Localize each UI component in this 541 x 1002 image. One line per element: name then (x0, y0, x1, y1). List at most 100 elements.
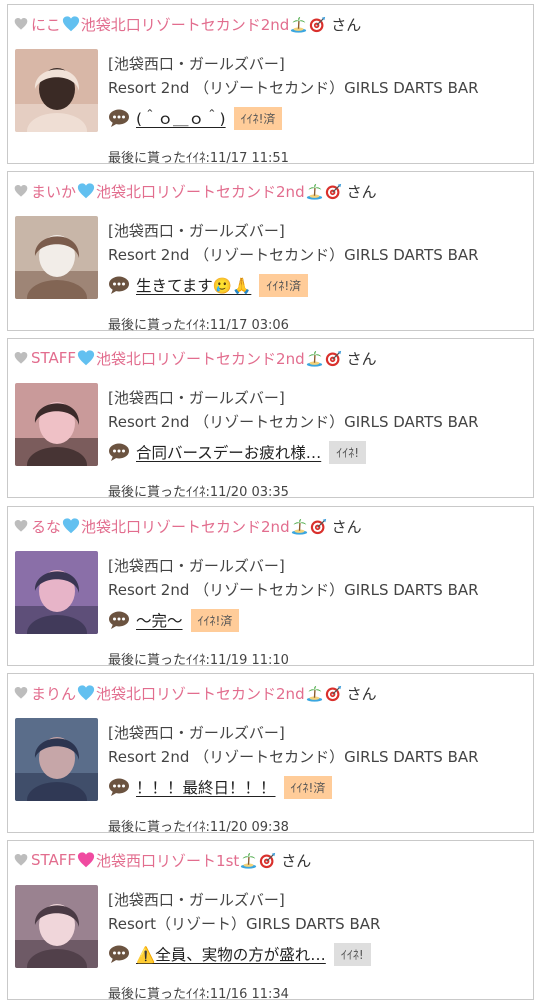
message-row: ⚠️全員、実物の方が盛れ… ｲｲﾈ! (108, 942, 371, 966)
message-row: ！！！最終日！！！ ｲｲﾈ!済 (108, 775, 333, 799)
gray-heart-icon[interactable] (14, 17, 28, 31)
honorific: さん (281, 851, 312, 870)
last-like-date: 最後に貰ったｲｲﾈ:11/17 11:51 (108, 151, 289, 166)
thumbnail[interactable] (15, 216, 98, 299)
message-row: 合同バースデーお疲れ様… ｲｲﾈ! (108, 440, 367, 464)
store-name[interactable]: 池袋西口リゾート1st (96, 850, 239, 871)
dart-icon (325, 350, 341, 366)
thumbnail[interactable] (15, 551, 98, 634)
gray-heart-icon[interactable] (14, 184, 28, 198)
message-link[interactable]: (＾ｏ＿ｏ＾) (136, 107, 226, 129)
like-button[interactable]: ｲｲﾈ! (329, 440, 367, 464)
dart-icon (260, 852, 276, 868)
cast-name[interactable]: STAFF (31, 349, 76, 367)
island-icon (306, 183, 322, 200)
shop-area: [池袋西口・ガールズバー] (108, 55, 285, 73)
post-header: まりん 池袋北口リゾートセカンド2nd さん (14, 682, 377, 704)
shop-name: Resort 2nd （リゾートセカンド）GIRLS DARTS BAR (108, 581, 479, 599)
speech-bubble-icon (109, 443, 129, 461)
post-card[interactable]: STAFF 池袋西口リゾート1st さん [池袋西口・ガールズバー] Resor… (7, 840, 534, 1002)
gray-heart-icon[interactable] (14, 519, 28, 533)
cast-name[interactable]: STAFF (31, 851, 76, 869)
shop-area: [池袋西口・ガールズバー] (108, 389, 285, 407)
message-link[interactable]: 〜完〜 (136, 609, 183, 631)
cast-name[interactable]: るな (31, 516, 61, 537)
like-button[interactable]: ｲｲﾈ!済 (233, 106, 283, 130)
heart-icon (77, 350, 95, 366)
speech-bubble-icon (109, 778, 129, 796)
dart-icon (310, 518, 326, 534)
honorific: さん (346, 182, 377, 201)
shop-name: Resort（リゾート）GIRLS DARTS BAR (108, 915, 381, 933)
last-like-date: 最後に貰ったｲｲﾈ:11/20 09:38 (108, 820, 289, 835)
message-row: (＾ｏ＿ｏ＾) ｲｲﾈ!済 (108, 106, 283, 130)
thumbnail[interactable] (15, 885, 98, 968)
cast-name[interactable]: まいか (31, 181, 76, 202)
cast-name[interactable]: まりん (31, 683, 76, 704)
heart-icon (77, 183, 95, 199)
like-button[interactable]: ｲｲﾈ!済 (283, 775, 333, 799)
speech-bubble-icon (109, 109, 129, 127)
shop-name: Resort 2nd （リゾートセカンド）GIRLS DARTS BAR (108, 413, 479, 431)
heart-icon (62, 16, 79, 32)
shop-area: [池袋西口・ガールズバー] (108, 222, 285, 240)
like-button[interactable]: ｲｲﾈ!済 (259, 273, 309, 297)
shop-name: Resort 2nd （リゾートセカンド）GIRLS DARTS BAR (108, 79, 479, 97)
thumbnail[interactable] (15, 383, 98, 466)
island-icon (241, 852, 257, 869)
last-like-date: 最後に貰ったｲｲﾈ:11/20 03:35 (108, 485, 289, 500)
message-link[interactable]: ！！！最終日！！！ (136, 776, 276, 798)
cast-name[interactable]: にこ (31, 14, 61, 35)
dart-icon (325, 183, 341, 199)
island-icon (306, 685, 322, 702)
store-name[interactable]: 池袋北口リゾートセカンド2nd (96, 683, 305, 704)
speech-bubble-icon (109, 276, 129, 294)
heart-icon (77, 852, 95, 868)
speech-bubble-icon (109, 611, 129, 629)
island-icon (306, 350, 322, 367)
honorific: さん (346, 684, 377, 703)
last-like-date: 最後に貰ったｲｲﾈ:11/19 11:10 (108, 653, 289, 668)
message-link[interactable]: 生きてます🥲🙏 (136, 274, 251, 296)
store-name[interactable]: 池袋北口リゾートセカンド2nd (96, 348, 305, 369)
thumbnail[interactable] (15, 718, 98, 801)
like-button[interactable]: ｲｲﾈ! (333, 942, 371, 966)
store-name[interactable]: 池袋北口リゾートセカンド2nd (96, 181, 305, 202)
heart-icon (62, 518, 80, 534)
thumbnail-photo (15, 551, 98, 634)
post-header: るな 池袋北口リゾートセカンド2nd さん (14, 515, 362, 537)
store-name[interactable]: 池袋北口リゾートセカンド2nd (81, 14, 290, 35)
post-card[interactable]: にこ 池袋北口リゾートセカンド2nd さん [池袋西口・ガールズバー] Reso… (7, 4, 534, 166)
post-header: STAFF 池袋北口リゾートセカンド2nd さん (14, 347, 377, 369)
last-like-date: 最後に貰ったｲｲﾈ:11/17 03:06 (108, 318, 289, 333)
message-row: 生きてます🥲🙏 ｲｲﾈ!済 (108, 273, 309, 297)
thumbnail-photo (15, 383, 98, 466)
thumbnail-photo (15, 885, 98, 968)
message-link[interactable]: ⚠️全員、実物の方が盛れ… (136, 943, 326, 965)
shop-area: [池袋西口・ガールズバー] (108, 557, 285, 575)
island-icon (291, 16, 307, 33)
post-header: にこ 池袋北口リゾートセカンド2nd さん (14, 13, 361, 35)
gray-heart-icon[interactable] (14, 351, 28, 365)
honorific: さん (346, 349, 377, 368)
shop-name: Resort 2nd （リゾートセカンド）GIRLS DARTS BAR (108, 246, 479, 264)
shop-area: [池袋西口・ガールズバー] (108, 891, 285, 909)
island-icon (291, 518, 307, 535)
gray-heart-icon[interactable] (14, 853, 28, 867)
thumbnail[interactable] (15, 49, 98, 132)
post-card[interactable]: まりん 池袋北口リゾートセカンド2nd さん [池袋西口・ガールズバー] Res… (7, 673, 534, 835)
post-header: まいか 池袋北口リゾートセカンド2nd さん (14, 180, 377, 202)
message-link[interactable]: 合同バースデーお疲れ様… (136, 441, 321, 463)
thumbnail-photo (15, 718, 98, 801)
dart-icon (310, 16, 326, 32)
message-row: 〜完〜 ｲｲﾈ!済 (108, 608, 240, 632)
gray-heart-icon[interactable] (14, 686, 28, 700)
shop-name: Resort 2nd （リゾートセカンド）GIRLS DARTS BAR (108, 748, 479, 766)
post-card[interactable]: るな 池袋北口リゾートセカンド2nd さん [池袋西口・ガールズバー] Reso… (7, 506, 534, 668)
post-card[interactable]: STAFF 池袋北口リゾートセカンド2nd さん [池袋西口・ガールズバー] R… (7, 338, 534, 500)
like-button[interactable]: ｲｲﾈ!済 (190, 608, 240, 632)
post-card[interactable]: まいか 池袋北口リゾートセカンド2nd さん [池袋西口・ガールズバー] Res… (7, 171, 534, 333)
store-name[interactable]: 池袋北口リゾートセカンド2nd (81, 516, 290, 537)
dart-icon (325, 685, 341, 701)
speech-bubble-icon (109, 945, 129, 963)
